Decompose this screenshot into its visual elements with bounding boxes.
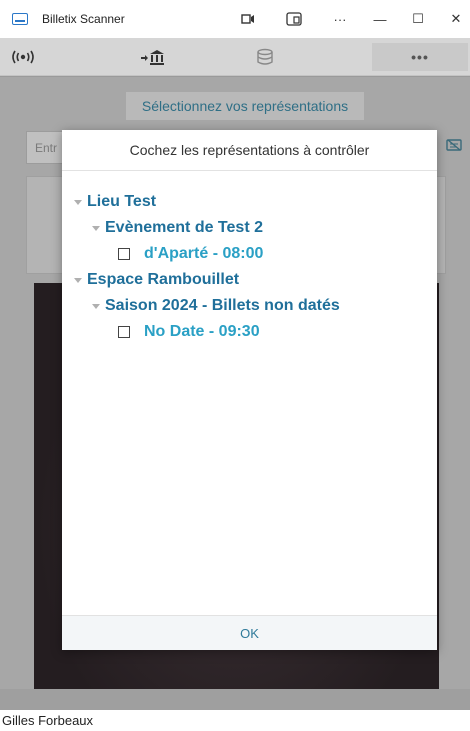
caret-down-icon[interactable] <box>74 199 82 205</box>
more-icon[interactable]: ••• <box>372 43 468 71</box>
performance-checkbox[interactable] <box>118 326 130 338</box>
caret-down-icon[interactable] <box>92 225 100 231</box>
caret-down-icon[interactable] <box>92 303 100 309</box>
window-title: Billetix Scanner <box>42 12 125 26</box>
app-toolbar: ••• <box>0 38 470 76</box>
caret-down-icon[interactable] <box>74 277 82 283</box>
performance-checkbox[interactable] <box>118 248 130 260</box>
tree-node-label: Espace Rambouillet <box>87 271 240 288</box>
tree-node-label: Saison 2024 - Billets non datés <box>105 297 340 314</box>
snap-window-icon[interactable] <box>276 0 312 38</box>
tree-node-label: Evènement de Test 2 <box>105 219 263 236</box>
app-window-icon <box>12 13 28 25</box>
tree-node-label: Lieu Test <box>87 193 157 210</box>
cast-icon[interactable] <box>230 0 266 38</box>
tree-leaf-performance[interactable]: d'Aparté - 08:00 <box>62 241 437 267</box>
close-button[interactable]: ✕ <box>438 0 470 38</box>
tree-leaf-performance[interactable]: No Date - 09:30 <box>62 319 437 345</box>
database-icon[interactable] <box>248 38 282 76</box>
wifi-signal-icon[interactable] <box>6 38 40 76</box>
no-camera-icon[interactable] <box>446 138 466 158</box>
ok-button[interactable]: OK <box>62 615 437 650</box>
performance-label[interactable]: No Date - 09:30 <box>144 323 260 341</box>
select-performances-dialog: Cochez les représentations à contrôler L… <box>62 130 437 650</box>
more-options-icon[interactable]: ··· <box>322 0 358 38</box>
footer-spacer <box>0 689 470 710</box>
tree-node-venue[interactable]: Lieu Test <box>62 189 437 215</box>
user-footer: Gilles Forbeaux <box>0 710 470 731</box>
tree-node-event[interactable]: Evènement de Test 2 <box>62 215 437 241</box>
select-performances-button[interactable]: Sélectionnez vos représentations <box>126 92 364 120</box>
bank-arrow-icon[interactable] <box>136 38 170 76</box>
performance-tree: Lieu Test Evènement de Test 2 d'Aparté -… <box>62 171 437 345</box>
tree-node-venue[interactable]: Espace Rambouillet <box>62 267 437 293</box>
maximize-button[interactable]: ☐ <box>400 0 436 38</box>
tree-node-event[interactable]: Saison 2024 - Billets non datés <box>62 293 437 319</box>
performance-label[interactable]: d'Aparté - 08:00 <box>144 245 263 263</box>
user-name: Gilles Forbeaux <box>2 713 94 728</box>
minimize-button[interactable]: — <box>362 0 398 38</box>
dialog-title: Cochez les représentations à contrôler <box>62 130 437 171</box>
window-titlebar: Billetix Scanner ··· — ☐ ✕ <box>0 0 470 38</box>
